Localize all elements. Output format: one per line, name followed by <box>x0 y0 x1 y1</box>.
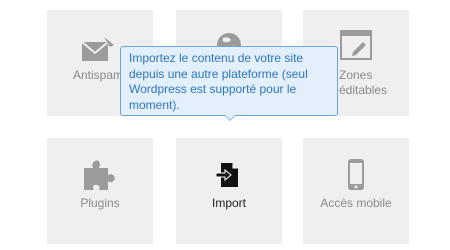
tooltip-arrow-inner <box>225 115 235 120</box>
mobile-phone-icon <box>303 158 409 192</box>
tooltip-line: moment). <box>129 97 180 112</box>
tile-label: Accès mobile <box>320 196 392 210</box>
tooltip-line: Wordpress est supporté pour le <box>129 82 297 96</box>
tile-label: Import <box>211 196 246 210</box>
import-file-icon <box>176 158 282 192</box>
tile-mobile-access[interactable]: Accès mobile <box>303 138 409 244</box>
tile-label: Plugins <box>80 196 120 210</box>
tooltip-line: Importez le contenu de votre site <box>129 51 304 65</box>
puzzle-icon <box>47 158 153 192</box>
tooltip-line: depuis une autre plateforme (seul <box>129 66 308 81</box>
feature-grid: Antispam Zones éditables Plugins Import … <box>0 0 450 250</box>
tile-import[interactable]: Import <box>176 138 282 244</box>
tile-plugins[interactable]: Plugins <box>47 138 153 244</box>
import-tooltip: Importez le contenu de votre site depuis… <box>120 46 338 121</box>
